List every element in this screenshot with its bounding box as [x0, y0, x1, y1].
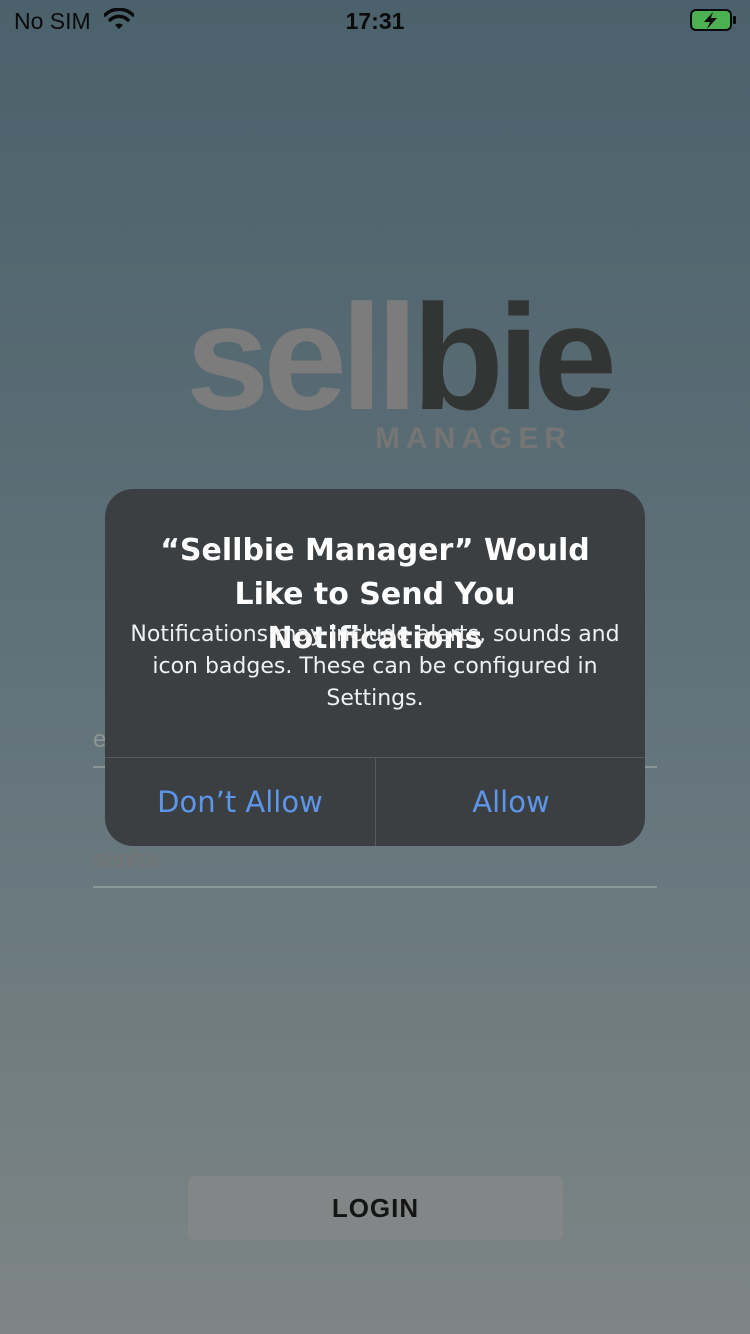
login-button[interactable]: LOGIN — [188, 1176, 563, 1240]
password-field[interactable] — [93, 840, 657, 888]
battery-charging-icon — [690, 9, 736, 31]
logo-subtitle: MANAGER — [375, 422, 572, 455]
logo-word-part2: bie — [412, 273, 617, 441]
logo-wordmark: sellbie — [186, 282, 617, 432]
sellbie-logo: sellbie MANAGER — [0, 282, 750, 462]
status-bar: No SIM 17:31 — [0, 0, 750, 40]
notification-permission-alert: “Sellbie Manager” Would Like to Send You… — [105, 489, 645, 846]
clock: 17:31 — [345, 8, 405, 34]
alert-message: Notifications may include alerts, sounds… — [130, 622, 620, 711]
logo-word-part1: sell — [186, 273, 418, 441]
allow-button[interactable]: Allow — [376, 758, 645, 846]
password-input[interactable] — [93, 840, 657, 880]
dont-allow-button[interactable]: Don’t Allow — [105, 758, 375, 846]
